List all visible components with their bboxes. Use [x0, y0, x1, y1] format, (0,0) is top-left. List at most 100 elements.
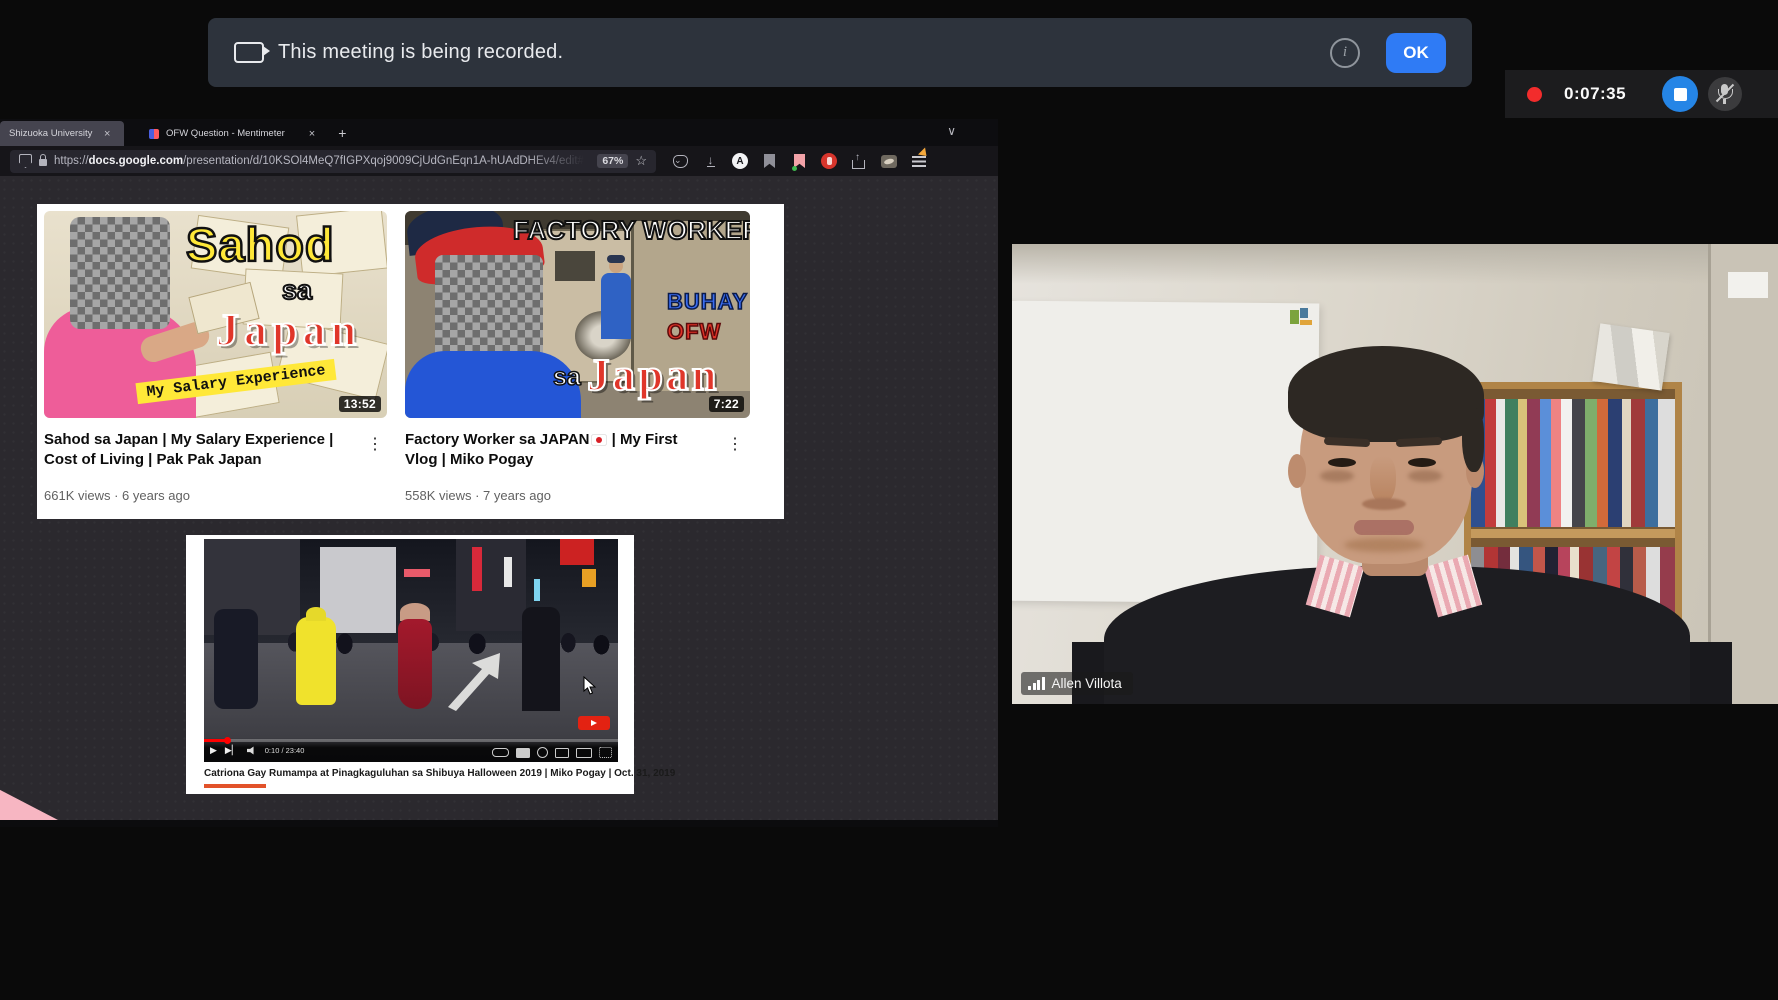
thumb-text: Japan: [216, 303, 361, 356]
youtube-results-card: Sahod sa Japan My Salary Experience 13:5…: [37, 204, 784, 519]
new-tab-button[interactable]: +: [338, 125, 346, 141]
settings-gear-icon[interactable]: [537, 747, 548, 758]
kebab-menu-icon[interactable]: ⋮: [367, 434, 383, 454]
ok-button[interactable]: OK: [1386, 33, 1446, 73]
stop-icon: [1674, 88, 1687, 101]
recording-banner: This meeting is being recorded. i OK: [208, 18, 1472, 87]
recording-timer: 0:07:35: [1564, 84, 1626, 104]
bookmark-pink-icon[interactable]: [791, 153, 808, 170]
participant-sweater: [1104, 566, 1690, 704]
recording-control-bar: 0:07:35: [1505, 70, 1778, 118]
recording-banner-text: This meeting is being recorded.: [278, 41, 563, 64]
progress-handle[interactable]: [224, 737, 231, 744]
mentimeter-favicon: [149, 129, 159, 139]
whiteboard: [1012, 301, 1319, 604]
share-icon[interactable]: [850, 153, 867, 170]
participant-name: Allen Villota: [1052, 676, 1122, 691]
video-duration-badge: 7:22: [709, 396, 744, 412]
shibuya-halloween-video[interactable]: ▶ ▶▏ 0:10 / 23:40: [204, 539, 618, 762]
pixelated-face: [435, 255, 543, 363]
tab-close-icon[interactable]: ×: [104, 128, 110, 140]
japan-flag-icon: [592, 435, 606, 445]
thumb-text: Japan: [587, 349, 720, 401]
slide-content: Sahod sa Japan My Salary Experience 13:5…: [0, 176, 998, 820]
progress-track[interactable]: [204, 739, 618, 742]
fullscreen-icon[interactable]: [599, 747, 612, 758]
video-caption: Catriona Gay Rumampa at Pinagkaguluhan s…: [204, 768, 618, 779]
next-button[interactable]: ▶▏: [225, 746, 239, 755]
zoom-level-badge[interactable]: 67%: [597, 154, 628, 168]
play-button[interactable]: ▶: [210, 746, 217, 755]
theme-extension-icon[interactable]: [880, 153, 897, 170]
youtube-logo: [578, 716, 610, 730]
leaning-folders: [1592, 323, 1669, 390]
signal-bars-icon: [1028, 677, 1045, 690]
menu-icon[interactable]: [910, 153, 927, 170]
thumb-text: BUHAY: [667, 289, 748, 315]
video-title[interactable]: Sahod sa Japan | My Salary Experience | …: [44, 430, 340, 470]
banner-actions: i OK: [1330, 33, 1446, 73]
video-meta: 661K views · 6 years ago: [44, 488, 190, 503]
thumb-text: Sahod: [186, 217, 335, 272]
lock-icon[interactable]: [39, 159, 47, 166]
hair: [1288, 346, 1484, 442]
tab-mentimeter[interactable]: OFW Question - Mentimeter ×: [140, 121, 324, 146]
mouse-cursor: [583, 676, 597, 696]
participant-name-tag: Allen Villota: [1021, 672, 1133, 695]
stop-recording-button[interactable]: [1662, 76, 1698, 112]
video-thumbnail-factory-worker[interactable]: FACTORY WORKER BUHAY OFW sa Japan 7:22: [405, 211, 750, 418]
video-camera-icon: [234, 42, 264, 63]
time-display: 0:10 / 23:40: [265, 746, 305, 755]
tab-close-icon[interactable]: ×: [309, 128, 315, 140]
kebab-menu-icon[interactable]: ⋮: [727, 434, 743, 454]
tab-title: OFW Question - Mentimeter: [166, 128, 285, 139]
tab-shizuoka-lecture[interactable]: Shizuoka University Lecture Ma ×: [0, 121, 124, 146]
whiteboard-logo: [1290, 308, 1316, 330]
extension-a-icon[interactable]: A: [732, 153, 748, 169]
tab-title: Shizuoka University Lecture Ma: [9, 128, 95, 139]
road-arrow-marking: [442, 649, 520, 711]
browser-tab-bar: Shizuoka University Lecture Ma × OFW Que…: [0, 119, 998, 146]
bookmark-gray-icon[interactable]: [761, 153, 778, 170]
thumb-text: OFW: [667, 319, 721, 345]
tracking-shield-icon[interactable]: [19, 154, 32, 168]
browser-bottom-strip: [0, 820, 998, 827]
recording-dot-icon: [1527, 87, 1542, 102]
video-duration-badge: 13:52: [339, 396, 381, 412]
muted-mic-button[interactable]: [1708, 77, 1742, 111]
embedded-player-card: ▶ ▶▏ 0:10 / 23:40 Catriona Gay: [186, 535, 634, 794]
crowd-figure: [522, 607, 560, 711]
pocket-icon[interactable]: ⌄: [672, 153, 689, 170]
tab-list-chevron-icon[interactable]: ∨: [947, 124, 956, 138]
info-icon[interactable]: i: [1330, 38, 1360, 68]
captions-icon[interactable]: [516, 748, 530, 758]
yellow-costume-figure: [296, 617, 336, 705]
video-title[interactable]: Factory Worker sa JAPAN | My First Vlog …: [405, 430, 701, 470]
red-extension-icon[interactable]: [821, 153, 837, 169]
thumb-text: FACTORY WORKER: [513, 215, 750, 246]
autoplay-toggle[interactable]: [492, 748, 509, 757]
volume-icon[interactable]: [247, 746, 257, 755]
participant-head: [1284, 346, 1488, 568]
cabinet: [1708, 244, 1778, 704]
theater-mode-icon[interactable]: [576, 748, 592, 758]
player-controls: ▶ ▶▏ 0:10 / 23:40: [204, 738, 618, 762]
toolbar-extensions: ⌄ ↓ A: [672, 153, 927, 170]
bookmark-star-icon[interactable]: ☆: [635, 153, 647, 169]
thumb-text: sa: [282, 275, 312, 306]
red-dress-figure: [400, 603, 430, 621]
browser-toolbar: https://docs.google.com/presentation/d/1…: [0, 146, 998, 176]
video-thumbnail-sahod-sa-japan[interactable]: Sahod sa Japan My Salary Experience 13:5…: [44, 211, 387, 418]
miniplayer-icon[interactable]: [555, 748, 569, 758]
video-meta: 558K views · 7 years ago: [405, 488, 551, 503]
url-bar[interactable]: https://docs.google.com/presentation/d/1…: [10, 150, 656, 173]
downloads-icon[interactable]: ↓: [702, 153, 719, 170]
slide-pink-triangle: [0, 788, 58, 820]
factory-worker-figure: [601, 273, 631, 339]
book-row: [1471, 399, 1675, 527]
shared-browser-window: Shizuoka University Lecture Ma × OFW Que…: [0, 119, 998, 827]
url-text: https://docs.google.com/presentation/d/1…: [54, 155, 590, 167]
participant-video-tile: Allen Villota: [1012, 244, 1778, 704]
thumb-text: sa: [553, 363, 581, 392]
crowd-figure: [214, 609, 258, 709]
